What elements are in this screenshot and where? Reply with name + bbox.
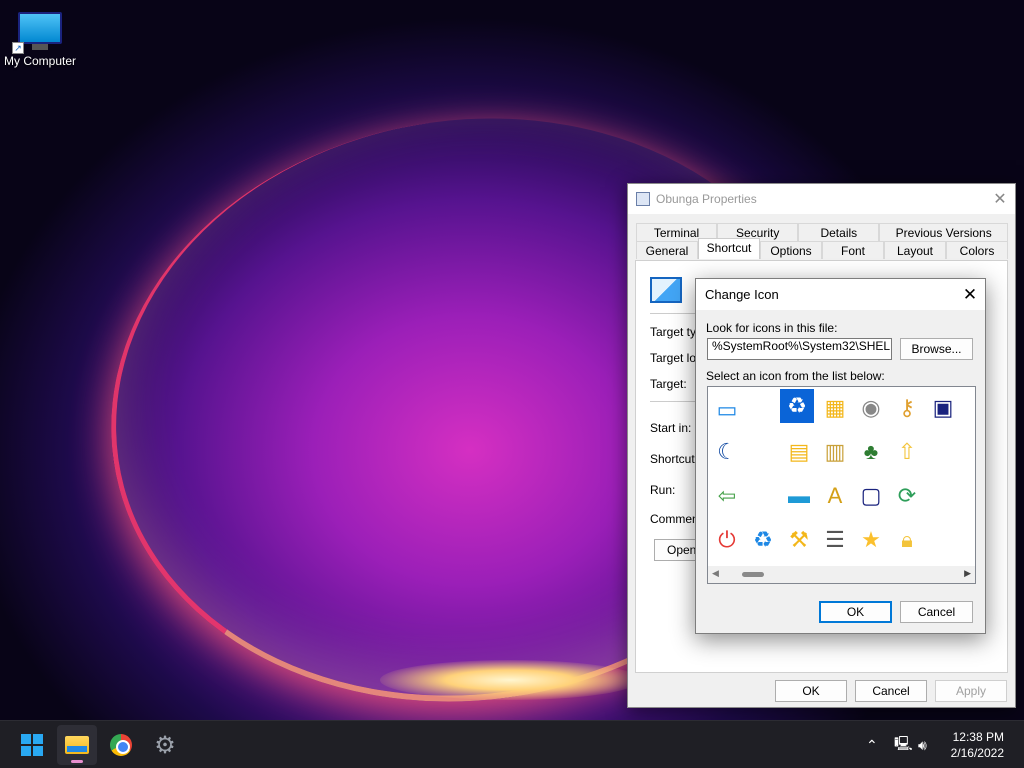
active-indicator bbox=[71, 760, 83, 763]
tabs-row-top: Terminal Security Details Previous Versi… bbox=[636, 223, 1008, 241]
tree-icon[interactable]: ♣ bbox=[854, 435, 888, 469]
cd-audio-icon[interactable]: ◉ bbox=[854, 391, 888, 425]
recycle-bin-full-icon[interactable]: ♻ bbox=[780, 389, 814, 423]
tab-previous-versions[interactable]: Previous Versions bbox=[879, 223, 1008, 241]
select-icon-label: Select an icon from the list below: bbox=[706, 369, 885, 383]
folder-grid-icon[interactable]: ▦ bbox=[818, 391, 852, 425]
settings-button[interactable]: ⚙ bbox=[145, 725, 185, 765]
scroll-left-arrow-icon[interactable]: ◀ bbox=[712, 568, 719, 579]
desktop-icon-label: My Computer bbox=[3, 54, 77, 68]
taskbar-clock[interactable]: 12:38 PM 2/16/2022 bbox=[951, 729, 1004, 761]
chrome-button[interactable] bbox=[101, 725, 141, 765]
properties-title-bar[interactable]: Obunga Properties ✕ bbox=[628, 184, 1015, 214]
recycle-bin-empty-icon[interactable]: ♻ bbox=[746, 523, 780, 557]
file-explorer-button[interactable] bbox=[57, 725, 97, 765]
folder-upload-icon[interactable]: ⇧ bbox=[890, 435, 924, 469]
drive-folder-icon[interactable]: ▥ bbox=[818, 435, 852, 469]
speaker-icon: 🔊︎ bbox=[918, 736, 927, 753]
tab-shortcut[interactable]: Shortcut bbox=[698, 238, 760, 259]
folder-icon bbox=[65, 736, 89, 754]
scroll-right-arrow-icon[interactable]: ▶ bbox=[964, 568, 971, 579]
icon-list-horizontal-scrollbar[interactable]: ◀ ▶ bbox=[708, 566, 975, 583]
icon-list[interactable]: ▭ ♻ ▦ ◉ ⚷ ▣ ☾ ▤ ▥ ♣ ⇧ ⇦ ▬ A ▢ ⟳ ⏻ ♻ ⚒ ☰ … bbox=[707, 386, 976, 584]
properties-apply-button[interactable]: Apply bbox=[935, 680, 1007, 702]
change-icon-ok-button[interactable]: OK bbox=[819, 601, 892, 623]
tab-font[interactable]: Font bbox=[822, 241, 884, 259]
tabs-row-bottom: General Shortcut Options Font Layout Col… bbox=[636, 238, 1008, 259]
monitor-stand bbox=[32, 44, 48, 50]
windows-components-icon[interactable]: ▣ bbox=[926, 391, 960, 425]
taskbar: ⚙ ⌃ 🖳︎ 🔊︎ 12:38 PM 2/16/2022 bbox=[0, 720, 1024, 768]
power-icon[interactable]: ⏻ bbox=[710, 523, 744, 557]
window-app-icon bbox=[636, 192, 650, 206]
gear-icon: ⚙ bbox=[154, 731, 176, 759]
close-icon[interactable]: ✕ bbox=[985, 189, 1015, 209]
shortcut-arrow-icon: ↗ bbox=[12, 42, 24, 54]
wallpaper-highlight bbox=[380, 660, 640, 700]
folder-tools-icon[interactable]: ⚒ bbox=[782, 523, 816, 557]
tab-details[interactable]: Details bbox=[798, 223, 880, 241]
chrome-icon bbox=[110, 734, 132, 756]
folder-fonts-icon[interactable]: A bbox=[818, 479, 852, 513]
properties-cancel-button[interactable]: Cancel bbox=[855, 680, 927, 702]
folder-search-icon[interactable]: ▤ bbox=[782, 435, 816, 469]
list-details-icon[interactable]: ☰ bbox=[818, 523, 852, 557]
monitor-sleep-shortcut-icon[interactable]: ☾ bbox=[710, 435, 744, 469]
change-icon-title: Change Icon bbox=[705, 287, 779, 302]
chevron-up-icon: ⌃ bbox=[866, 736, 878, 753]
change-icon-dialog: Change Icon ✕ Look for icons in this fil… bbox=[695, 278, 986, 634]
look-for-icons-label: Look for icons in this file: bbox=[706, 321, 838, 335]
desktop-icon-my-computer[interactable]: ↗ My Computer bbox=[2, 8, 78, 68]
shortcut-icon bbox=[650, 277, 682, 303]
change-icon-cancel-button[interactable]: Cancel bbox=[900, 601, 973, 623]
properties-title: Obunga Properties bbox=[656, 192, 757, 206]
tab-layout[interactable]: Layout bbox=[884, 241, 946, 259]
taskbar-icon[interactable]: ▬ bbox=[782, 479, 816, 513]
volume-button[interactable]: 🔊︎ bbox=[918, 721, 927, 768]
label-start-in: Start in: bbox=[650, 421, 692, 435]
divider bbox=[650, 401, 696, 402]
tab-general[interactable]: General bbox=[636, 241, 698, 259]
clock-time: 12:38 PM bbox=[952, 730, 1004, 744]
network-status-button[interactable]: 🖳︎ bbox=[894, 721, 913, 768]
monitor-shortcut-icon[interactable]: ▭ bbox=[710, 393, 744, 427]
monitor-icon bbox=[18, 12, 62, 44]
clock-date: 2/16/2022 bbox=[950, 746, 1004, 760]
network-icon: 🖳︎ bbox=[894, 735, 913, 751]
key-icon[interactable]: ⚷ bbox=[890, 391, 924, 425]
folder-computer-icon[interactable]: ▢ bbox=[854, 479, 888, 513]
divider bbox=[650, 313, 696, 314]
lock-icon[interactable]: 🔒︎ bbox=[890, 523, 924, 557]
browse-button[interactable]: Browse... bbox=[900, 338, 973, 360]
start-button[interactable] bbox=[12, 725, 52, 765]
close-icon[interactable]: ✕ bbox=[955, 285, 985, 305]
properties-ok-button[interactable]: OK bbox=[775, 680, 847, 702]
label-target: Target: bbox=[650, 377, 687, 391]
windows-logo-icon bbox=[21, 734, 43, 756]
change-icon-title-bar[interactable]: Change Icon ✕ bbox=[696, 279, 985, 310]
label-run: Run: bbox=[650, 483, 676, 497]
scrollbar-thumb[interactable] bbox=[742, 572, 764, 577]
tab-options[interactable]: Options bbox=[760, 241, 822, 259]
network-printer-icon[interactable]: ⇦ bbox=[710, 479, 744, 513]
icon-file-path-input[interactable]: %SystemRoot%\System32\SHELL32 bbox=[707, 338, 892, 360]
star-icon[interactable]: ★ bbox=[854, 523, 888, 557]
network-sync-icon[interactable]: ⟳ bbox=[890, 479, 924, 513]
show-hidden-icons-button[interactable]: ⌃ bbox=[866, 721, 878, 768]
tab-colors[interactable]: Colors bbox=[946, 241, 1008, 259]
